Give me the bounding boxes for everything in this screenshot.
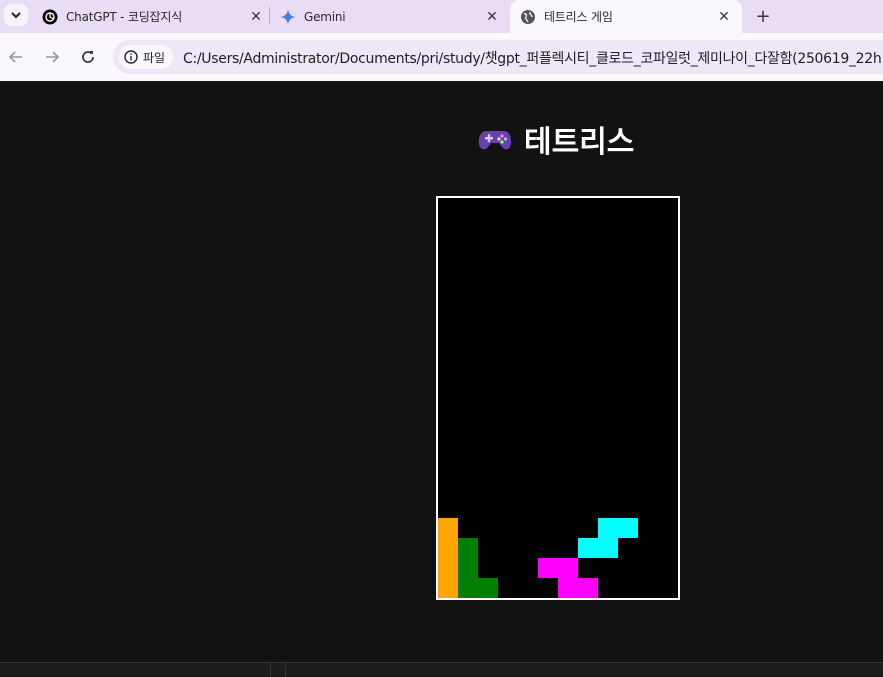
tab-gemini[interactable]: Gemini ✕ (280, 0, 500, 33)
browser-toolbar: 파일 C:/Users/Administrator/Documents/pri/… (0, 33, 883, 81)
back-arrow-icon (8, 51, 22, 63)
tetris-block-T (558, 558, 578, 578)
tetris-board[interactable] (436, 196, 680, 600)
tetris-block-S (598, 538, 618, 558)
tetris-block-T (558, 578, 578, 598)
page-title-text: 테트리스 (524, 125, 635, 160)
reload-button[interactable] (77, 46, 99, 68)
globe-icon (520, 9, 536, 25)
chevron-down-icon (11, 12, 21, 19)
forward-arrow-icon (46, 51, 60, 63)
site-chip-label: 파일 (143, 50, 166, 65)
tab-divider (269, 7, 270, 24)
new-tab-button[interactable]: + (752, 5, 774, 27)
reload-icon (82, 51, 94, 63)
tab-chatgpt[interactable]: ChatGPT - 코딩잡지식 ✕ (42, 0, 264, 33)
gemini-icon (280, 8, 296, 25)
address-bar[interactable]: 파일 C:/Users/Administrator/Documents/pri/… (113, 40, 883, 74)
tetris-block-L (438, 518, 458, 538)
tab-tetris[interactable]: 테트리스 게임 ✕ (510, 0, 742, 33)
tab-strip: ChatGPT - 코딩잡지식 ✕ Gemini ✕ 테트리스 게임 ✕ + (0, 0, 883, 33)
back-button[interactable] (5, 46, 27, 68)
tetris-block-S (618, 518, 638, 538)
close-icon[interactable]: ✕ (716, 9, 732, 25)
tab-title: ChatGPT - 코딩잡지식 (66, 10, 183, 24)
status-bar (0, 662, 883, 677)
tab-title: Gemini (304, 9, 346, 24)
tetris-block-J (478, 578, 498, 598)
openai-icon (42, 9, 58, 25)
tetris-block-J (458, 558, 478, 578)
tetris-block-T (538, 558, 558, 578)
tab-search-button[interactable] (4, 4, 28, 26)
game-controller-icon (478, 131, 512, 150)
tetris-block-S (578, 538, 598, 558)
tetris-block-J (458, 538, 478, 558)
tetris-block-L (438, 538, 458, 558)
page-title: 테트리스 (478, 117, 634, 161)
page-content: 테트리스 (0, 81, 883, 662)
info-icon (124, 50, 138, 64)
tetris-block-T (578, 578, 598, 598)
tetris-block-S (598, 518, 618, 538)
tab-title: 테트리스 게임 (544, 10, 613, 24)
tetris-block-L (438, 558, 458, 578)
site-info-chip[interactable]: 파일 (119, 45, 174, 69)
close-icon[interactable]: ✕ (484, 9, 500, 25)
tetris-block-J (458, 578, 478, 598)
tetris-block-L (438, 578, 458, 598)
forward-button[interactable] (41, 46, 63, 68)
tetris-canvas (438, 518, 638, 598)
close-icon[interactable]: ✕ (248, 9, 264, 25)
url-text[interactable]: C:/Users/Administrator/Documents/pri/stu… (183, 48, 882, 68)
